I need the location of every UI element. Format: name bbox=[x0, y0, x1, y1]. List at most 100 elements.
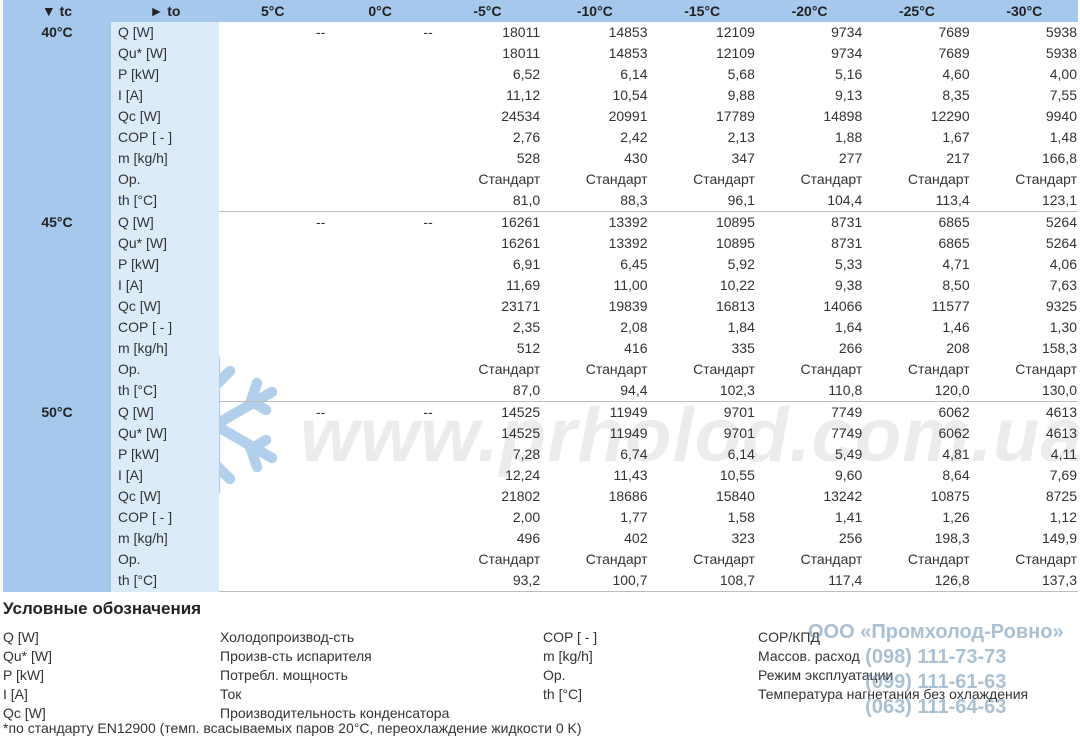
table-row: Qu* [W] 18011 14853 12109 9734 7689 5938 bbox=[3, 43, 1078, 64]
value-cell: 9,60 bbox=[835, 467, 863, 483]
value-cell bbox=[326, 43, 433, 64]
value-cell: 11,43 bbox=[613, 467, 648, 483]
table-row: m [kg/h] 496 402 323 256 198,3 149,9 bbox=[3, 528, 1078, 549]
header-col: -10°C bbox=[541, 0, 649, 22]
value-cell: 6,74 bbox=[620, 446, 648, 462]
value-cell: 6,45 bbox=[620, 256, 648, 272]
header-col: -20°C bbox=[755, 0, 864, 22]
value-cell: Стандарт bbox=[800, 171, 863, 187]
tc-value: 40°C bbox=[3, 22, 111, 212]
param-label: P [kW] bbox=[111, 444, 219, 465]
value-cell bbox=[219, 465, 326, 486]
value-cell: 1,30 bbox=[1049, 319, 1077, 335]
legend-symbol: I [A] bbox=[3, 686, 28, 702]
table-body: 40°C Q [W] -- -- 18011 14853 12109 9734 7689 5938… bbox=[3, 22, 1078, 592]
value-cell bbox=[326, 64, 433, 85]
value-cell: 11949 bbox=[541, 401, 649, 423]
value-cell: Стандарт bbox=[1015, 361, 1077, 377]
value-cell: 256 bbox=[838, 530, 863, 546]
value-cell: 1,12 bbox=[1049, 509, 1077, 525]
legend-grid: Q [W] Холодопроизвод-сть Qu* [W] Произв-… bbox=[3, 628, 1078, 728]
value-cell bbox=[219, 317, 326, 338]
value-cell: -- bbox=[219, 401, 327, 423]
value-cell bbox=[219, 296, 326, 317]
value-cell: 158,3 bbox=[1041, 340, 1077, 356]
value-cell: Стандарт bbox=[907, 171, 970, 187]
value-cell: 123,1 bbox=[1041, 192, 1077, 208]
value-cell: -- bbox=[326, 211, 434, 233]
value-cell: 1,64 bbox=[835, 319, 863, 335]
value-cell: 6062 bbox=[938, 425, 970, 441]
value-cell: 4,81 bbox=[942, 446, 970, 462]
param-label: COP [ - ] bbox=[111, 317, 219, 338]
value-cell: Стандарт bbox=[1015, 171, 1077, 187]
value-cell: 149,9 bbox=[1041, 530, 1077, 546]
value-cell: 1,84 bbox=[727, 319, 755, 335]
tc-value: 50°C bbox=[3, 401, 111, 592]
value-cell: 5,92 bbox=[727, 256, 755, 272]
header-col: -30°C bbox=[970, 0, 1078, 22]
param-label: Qu* [W] bbox=[111, 43, 219, 64]
value-cell: 335 bbox=[731, 340, 755, 356]
value-cell: 9,38 bbox=[835, 277, 863, 293]
value-cell: 14898 bbox=[823, 108, 863, 124]
value-cell: 528 bbox=[516, 150, 541, 166]
value-cell: 18011 bbox=[502, 45, 541, 61]
value-cell bbox=[219, 190, 326, 212]
value-cell: 18011 bbox=[502, 24, 541, 40]
value-cell bbox=[326, 423, 433, 444]
value-cell: 9701 bbox=[648, 401, 756, 423]
header-tc[interactable]: ▼ tc bbox=[3, 0, 111, 22]
value-cell bbox=[219, 233, 326, 254]
value-cell bbox=[219, 528, 326, 549]
table-row: I [A] 11,69 11,00 10,22 9,38 8,50 7,63 bbox=[3, 275, 1078, 296]
value-cell: 6062 bbox=[863, 401, 971, 423]
param-label: I [A] bbox=[111, 85, 219, 106]
value-cell: 430 bbox=[624, 150, 648, 166]
value-cell: 9,13 bbox=[835, 87, 863, 103]
value-cell: 11949 bbox=[609, 425, 648, 441]
value-cell: Стандарт bbox=[800, 361, 863, 377]
value-cell: 10875 bbox=[930, 488, 970, 504]
legend-symbol: P [kW] bbox=[3, 667, 44, 683]
value-cell bbox=[326, 359, 433, 380]
value-cell: 1,26 bbox=[942, 509, 970, 525]
table-row: m [kg/h] 528 430 347 277 217 166,8 bbox=[3, 148, 1078, 169]
value-cell: 137,3 bbox=[970, 570, 1078, 592]
param-label: m [kg/h] bbox=[111, 338, 219, 359]
value-cell bbox=[326, 380, 433, 402]
value-cell: 117,4 bbox=[755, 570, 864, 592]
value-cell: 10,55 bbox=[719, 467, 755, 483]
value-cell bbox=[219, 549, 326, 570]
table-row: 45°C Q [W] -- -- 16261 13392 10895 8731 6865 5264 bbox=[3, 211, 1078, 402]
value-cell: 4,11 bbox=[1050, 446, 1077, 462]
legend-meaning: Массов. расход bbox=[758, 648, 860, 664]
header-to[interactable]: ► to bbox=[111, 0, 219, 22]
value-cell: Стандарт bbox=[585, 551, 648, 567]
value-cell: 2,00 bbox=[512, 509, 541, 525]
value-cell: 6,91 bbox=[512, 256, 541, 272]
value-cell bbox=[326, 570, 434, 592]
value-cell bbox=[219, 127, 326, 148]
value-cell bbox=[326, 296, 433, 317]
value-cell bbox=[326, 549, 433, 570]
value-cell: 8725 bbox=[1045, 488, 1077, 504]
legend-meaning: Ток bbox=[220, 686, 242, 702]
value-cell: Стандарт bbox=[693, 551, 755, 567]
value-cell: 4613 bbox=[1045, 425, 1077, 441]
value-cell: 10895 bbox=[648, 211, 756, 233]
table-row: Qu* [W] 14525 11949 9701 7749 6062 4613 bbox=[3, 423, 1078, 444]
table-row: th [°C] 81,0 88,3 96,1 104,4 113,4 123,1 bbox=[3, 190, 1078, 212]
value-cell: 5,33 bbox=[835, 256, 863, 272]
value-cell bbox=[219, 85, 326, 106]
value-cell: 87,0 bbox=[512, 382, 541, 398]
value-cell: -- bbox=[219, 211, 327, 233]
value-cell: 2,76 bbox=[512, 129, 541, 145]
table-row: 40°C Q [W] -- -- 18011 14853 12109 9734 7689 5938 bbox=[3, 22, 1078, 212]
legend-symbol: Q [W] bbox=[3, 629, 39, 645]
value-cell: 10895 bbox=[715, 235, 755, 251]
value-cell: 9734 bbox=[831, 24, 863, 40]
param-label: Q [W] bbox=[111, 211, 219, 233]
value-cell: Стандарт bbox=[1015, 551, 1077, 567]
value-cell: 5938 bbox=[1045, 24, 1077, 40]
